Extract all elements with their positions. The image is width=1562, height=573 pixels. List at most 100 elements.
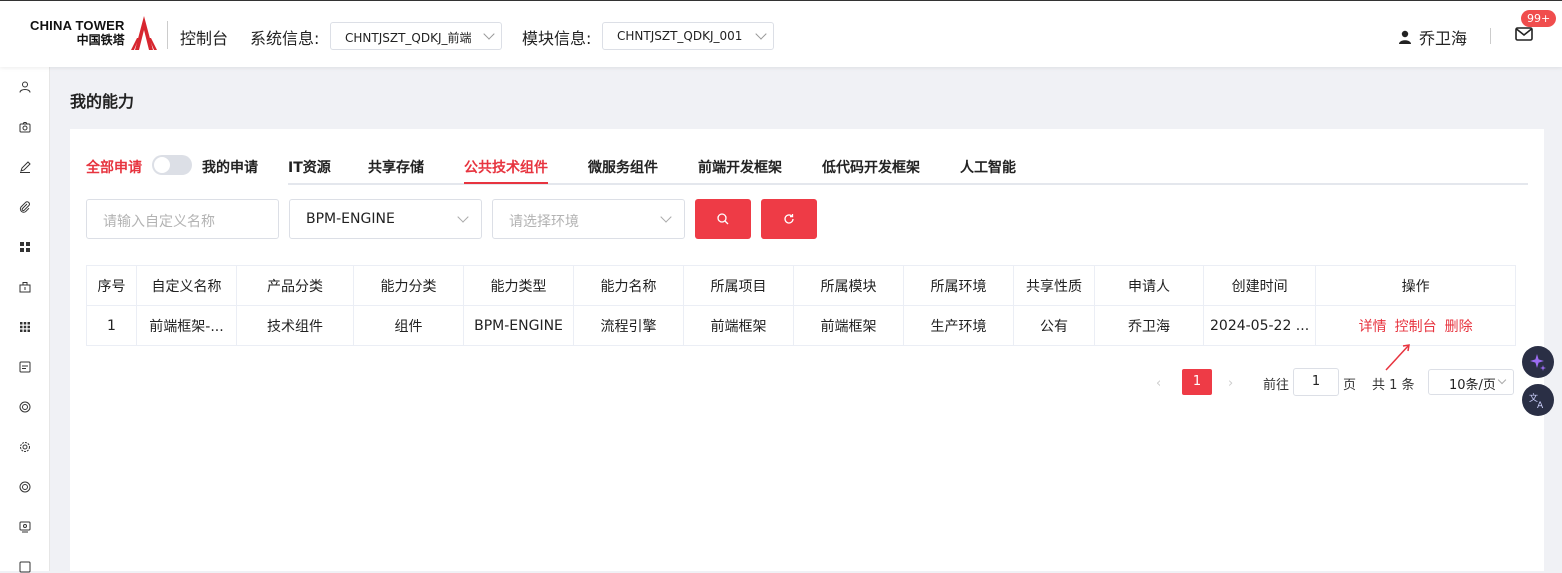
system-select-value: CHNTJSZT_QDKJ_前端 [345, 31, 472, 45]
tab-microservice-components[interactable]: 微服务组件 [588, 157, 658, 177]
search-icon [717, 213, 729, 225]
paperclip-icon[interactable] [19, 201, 31, 213]
total-count: 共 1 条 [1372, 378, 1415, 393]
page-unit-label: 页 [1343, 378, 1357, 393]
my-applications-tab[interactable]: 我的申请 [202, 157, 258, 177]
tab-low-code-frameworks[interactable]: 低代码开发框架 [822, 157, 920, 177]
chevron-down-icon [483, 28, 495, 40]
next-page-icon[interactable]: › [1228, 376, 1233, 391]
custom-name-placeholder: 请输入自定义名称 [103, 214, 215, 230]
column-header: 创建时间 [1202, 265, 1317, 306]
header-divider [1490, 28, 1491, 44]
delete-link[interactable]: 删除 [1445, 319, 1473, 335]
module-select-value: CHNTJSZT_QDKJ_001 [617, 29, 743, 43]
gear-icon[interactable] [19, 441, 31, 453]
search-button[interactable] [695, 199, 751, 239]
table-cell: 公有 [1013, 305, 1095, 346]
column-header: 序号 [86, 265, 137, 306]
page-number-active[interactable]: 1 [1182, 369, 1212, 395]
top-header: CHINA TOWER 中国铁塔 控制台 系统信息: CHNTJSZT_QDKJ… [0, 0, 1562, 67]
table-cell: 2024-05-22 ... [1202, 305, 1317, 346]
custom-name-input[interactable]: 请输入自定义名称 [86, 199, 279, 239]
environment-placeholder: 请选择环境 [509, 214, 579, 230]
column-header: 所属项目 [683, 265, 794, 306]
tab-public-tech-components[interactable]: 公共技术组件 [464, 157, 548, 177]
apps-icon[interactable] [19, 321, 31, 333]
page-size-select[interactable]: 10条/页 [1428, 369, 1514, 395]
image-icon[interactable] [19, 361, 31, 373]
column-header: 能力名称 [573, 265, 684, 306]
tab-it-resources[interactable]: IT资源 [288, 157, 331, 177]
system-select[interactable]: CHNTJSZT_QDKJ_前端 [330, 22, 502, 50]
user-icon [1399, 30, 1411, 44]
prev-page-icon[interactable]: ‹ [1156, 376, 1161, 391]
tab-shared-storage[interactable]: 共享存储 [368, 157, 424, 177]
table-cell: 组件 [353, 305, 464, 346]
column-header: 操作 [1315, 265, 1517, 306]
svg-text:A: A [1537, 401, 1544, 409]
ring-icon[interactable] [19, 481, 31, 493]
goto-label: 前往 [1263, 378, 1290, 393]
goto-page-input[interactable]: 1 [1293, 368, 1339, 396]
table-cell: 生产环境 [903, 305, 1014, 346]
sparkle-icon [1530, 354, 1546, 371]
console-title: 控制台 [180, 29, 229, 48]
camera-icon[interactable] [19, 121, 31, 133]
logo-en: CHINA TOWER [30, 18, 125, 33]
table-header-row: 序号 自定义名称 产品分类 能力分类 能力类型 能力名称 所属项目 所属模块 所… [86, 265, 1517, 306]
product-select-value: BPM-ENGINE [306, 211, 395, 227]
package-icon[interactable] [19, 281, 31, 293]
annotation-arrow-icon [1385, 344, 1410, 371]
table-cell: 前端框架 [683, 305, 794, 346]
ai-assistant-button[interactable] [1522, 346, 1554, 378]
column-header: 产品分类 [236, 265, 354, 306]
chevron-down-icon [457, 211, 469, 223]
table-cell: 技术组件 [236, 305, 354, 346]
column-header: 能力类型 [463, 265, 574, 306]
main-card [70, 129, 1544, 571]
pen-icon[interactable] [19, 161, 31, 173]
console-link[interactable]: 控制台 [1395, 319, 1437, 335]
column-header: 所属环境 [903, 265, 1014, 306]
column-header: 能力分类 [353, 265, 464, 306]
application-scope-toggle[interactable] [152, 155, 192, 175]
user-name: 乔卫海 [1419, 29, 1468, 48]
table-cell: BPM-ENGINE [463, 305, 574, 346]
tower-logo-icon [130, 16, 157, 50]
refresh-button[interactable] [761, 199, 817, 239]
actions-cell: 详情 控制台 删除 [1315, 305, 1517, 346]
product-select[interactable]: BPM-ENGINE [289, 199, 482, 239]
china-tower-logo[interactable]: CHINA TOWER 中国铁塔 [30, 13, 159, 53]
grid-icon[interactable] [19, 241, 31, 253]
mail-icon[interactable] [1515, 26, 1533, 42]
notification-badge: 99+ [1521, 10, 1557, 27]
user-icon[interactable] [19, 81, 31, 93]
detail-link[interactable]: 详情 [1359, 319, 1387, 335]
translate-icon: 文 A [1529, 392, 1544, 409]
translate-button[interactable]: 文 A [1522, 384, 1554, 416]
chevron-down-icon [1497, 375, 1507, 385]
user-menu[interactable]: 乔卫海 [1398, 25, 1467, 49]
chevron-down-icon [660, 211, 672, 223]
table-cell: 1 [86, 305, 137, 346]
module-select[interactable]: CHNTJSZT_QDKJ_001 [602, 22, 774, 50]
column-header: 共享性质 [1013, 265, 1095, 306]
logo-divider [167, 21, 168, 49]
ring-icon[interactable] [19, 401, 31, 413]
monitor-icon[interactable] [19, 521, 31, 533]
page-size-value: 10条/页 [1449, 378, 1496, 393]
tab-frontend-frameworks[interactable]: 前端开发框架 [698, 157, 782, 177]
table-cell: 流程引擎 [573, 305, 684, 346]
chevron-down-icon [755, 28, 767, 40]
window-icon[interactable] [19, 561, 31, 573]
tab-ai[interactable]: 人工智能 [960, 157, 1016, 177]
table-cell: 前端框架 [793, 305, 904, 346]
active-tab-indicator [464, 182, 548, 184]
column-header: 所属模块 [793, 265, 904, 306]
all-applications-tab[interactable]: 全部申请 [86, 157, 142, 177]
page-title: 我的能力 [70, 92, 135, 111]
capability-table: 序号 自定义名称 产品分类 能力分类 能力类型 能力名称 所属项目 所属模块 所… [86, 265, 1517, 346]
table-cell: 前端框架-... [136, 305, 237, 346]
module-label: 模块信息: [522, 29, 592, 48]
environment-select[interactable]: 请选择环境 [492, 199, 685, 239]
